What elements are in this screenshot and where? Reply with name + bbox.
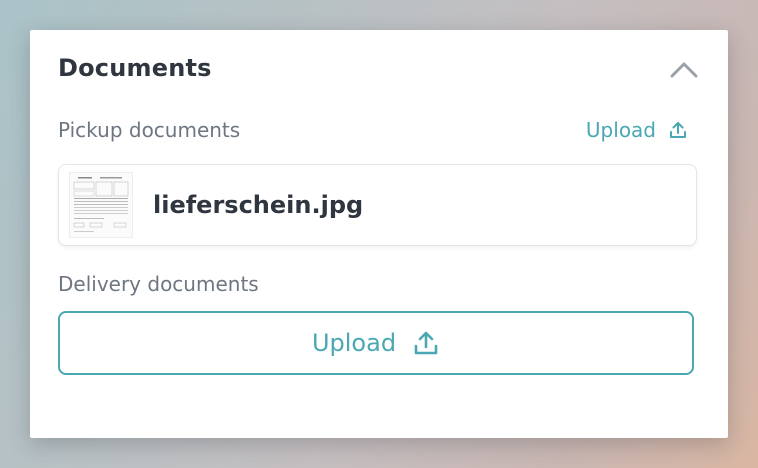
delivery-documents-label: Delivery documents	[58, 272, 259, 296]
pickup-documents-label: Pickup documents	[58, 118, 241, 142]
file-thumbnail	[69, 172, 133, 238]
delivery-upload-label: Upload	[311, 329, 397, 357]
collapse-button[interactable]	[666, 56, 702, 84]
file-item[interactable]: lieferschein.jpg	[58, 164, 697, 246]
documents-panel: Documents Pickup documents Upload liefer…	[30, 30, 728, 438]
delivery-upload-button[interactable]: Upload	[58, 311, 694, 375]
upload-icon	[414, 331, 438, 355]
file-name: lieferschein.jpg	[153, 191, 364, 219]
upload-icon	[670, 122, 686, 138]
chevron-up-icon	[670, 62, 698, 78]
pickup-upload-label: Upload	[585, 118, 656, 142]
pickup-upload-link[interactable]: Upload	[586, 118, 688, 142]
panel-title: Documents	[58, 54, 212, 82]
